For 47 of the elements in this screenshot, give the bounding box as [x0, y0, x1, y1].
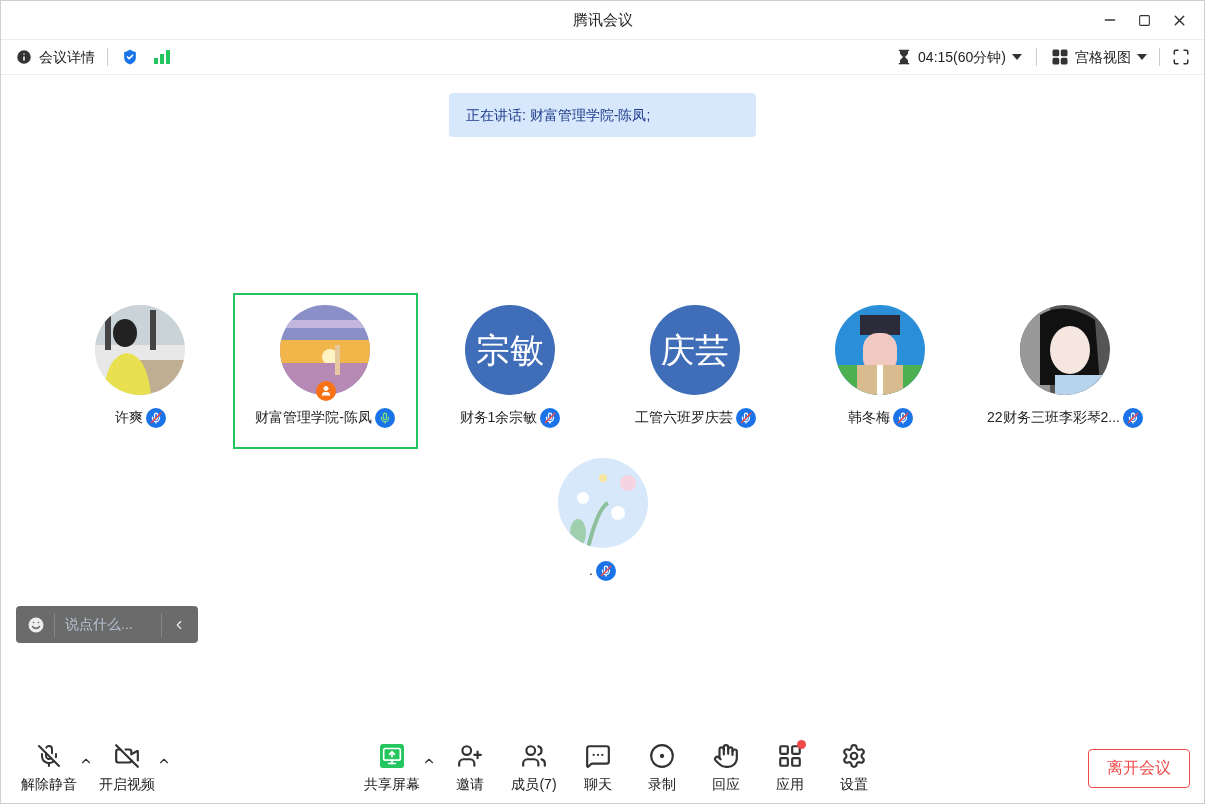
- invite-button[interactable]: 邀请: [440, 741, 500, 795]
- participant-name: 工管六班罗庆芸: [634, 408, 733, 427]
- participant-name: 财务1余宗敏: [459, 408, 538, 427]
- chat-button[interactable]: 聊天: [568, 741, 628, 795]
- participant-tile[interactable]: .: [510, 446, 695, 602]
- participant-name: 许爽: [114, 408, 143, 427]
- participant-tile[interactable]: 韩冬梅: [787, 293, 973, 449]
- emoji-icon[interactable]: [26, 614, 46, 635]
- settings-icon: [841, 741, 867, 770]
- chat-bar[interactable]: 说点什么...: [16, 606, 198, 643]
- caret-icon[interactable]: [1012, 54, 1022, 60]
- avatar: 宗敏: [465, 305, 555, 395]
- apps-button[interactable]: 应用: [760, 741, 820, 795]
- participant-name: 韩冬梅: [847, 408, 890, 427]
- participant-tile[interactable]: 财富管理学院-陈凤: [232, 293, 418, 449]
- share-button[interactable]: 共享屏幕: [358, 741, 426, 795]
- record-icon: [649, 741, 675, 770]
- record-button[interactable]: 录制: [632, 741, 692, 795]
- view-button[interactable]: 宫格视图: [1051, 46, 1147, 68]
- window-title: 腾讯会议: [572, 9, 633, 30]
- participant-tile[interactable]: 22财务三班李彩琴2...: [972, 293, 1158, 449]
- participant-name: 财富管理学院-陈凤: [255, 408, 372, 427]
- participant-name: .: [589, 561, 593, 580]
- chat-input[interactable]: 说点什么...: [65, 614, 161, 635]
- share-icon: [380, 741, 404, 770]
- participant-tile[interactable]: 许爽: [47, 293, 233, 449]
- members-button[interactable]: 成员(7): [504, 741, 564, 795]
- avatar: 庆芸: [650, 305, 740, 395]
- meeting-details-button[interactable]: 会议详情: [15, 46, 95, 68]
- maximize-icon[interactable]: [1138, 13, 1151, 27]
- react-button[interactable]: 回应: [696, 741, 756, 795]
- timer-button[interactable]: 04:15(60分钟): [896, 46, 1022, 68]
- video-button[interactable]: 开启视频: [93, 741, 161, 795]
- settings-button[interactable]: 设置: [824, 741, 884, 795]
- info-icon: [15, 48, 33, 66]
- video-icon: [114, 741, 140, 770]
- fullscreen-icon[interactable]: [1172, 48, 1190, 66]
- participant-name: 22财务三班李彩琴2...: [987, 408, 1120, 427]
- mic-button[interactable]: 解除静音: [15, 741, 83, 795]
- react-icon: [713, 741, 739, 770]
- speaking-banner: 正在讲话: 财富管理学院-陈凤;: [449, 93, 756, 137]
- participant-tile[interactable]: 庆芸 工管六班罗庆芸: [602, 293, 788, 449]
- signal-icon: [154, 50, 170, 64]
- participant-tile[interactable]: 宗敏 财务1余宗敏: [417, 293, 603, 449]
- leave-meeting-button[interactable]: 离开会议: [1088, 748, 1190, 788]
- caret-icon[interactable]: [1137, 54, 1147, 60]
- grid-icon: [1051, 48, 1069, 66]
